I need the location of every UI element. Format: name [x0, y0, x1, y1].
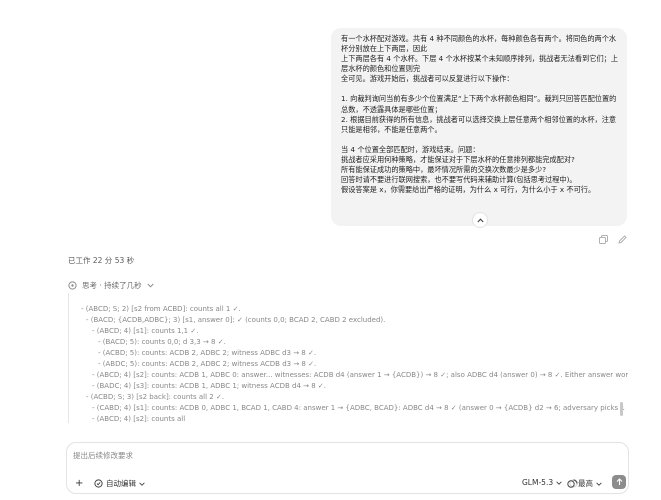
message-line: 总数，不透露具体是哪些位置；: [341, 104, 442, 114]
thinking-line: - (ABCD; 4) [s1]: counts 1,1 ✓.: [92, 327, 199, 335]
chevron-up-icon: [476, 217, 484, 222]
thinking-scrollbar[interactable]: [620, 402, 623, 416]
auto-edit-selector[interactable]: 自动编辑: [94, 478, 145, 489]
thinking-toggle[interactable]: 思考 · 持续了几秒: [68, 280, 154, 291]
arrow-up-icon: [616, 478, 622, 485]
message-line: 杯分别放在上下两层，因此: [341, 44, 428, 54]
message-line: 1. 向裁判询问当前有多少个位置满足“上下两个水杯颜色相同”。裁判只回答匹配位置…: [341, 94, 617, 104]
message-actions: [598, 234, 628, 245]
message-line: 有一个水杯配对游戏。共有 4 种不同颜色的水杯，每种颜色各有两个。将同色的两个水: [341, 34, 617, 43]
message-line: 当 4 个位置全部匹配时，游戏结束。问题：: [341, 144, 480, 154]
chevron-down-icon: [556, 480, 562, 485]
thinking-content: - (ABCD; S; 2) [s2 from ACBD]: counts al…: [68, 293, 628, 423]
add-attachment-button[interactable]: +: [75, 479, 83, 489]
message-line: 上下两层各有 4 个水杯。下层 4 个水杯按某个未知顺序排列，挑战者无法看到它们…: [341, 54, 619, 64]
message-line: 所有能保证成功的策略中，最坏情况所需的交换次数最少是多少?: [341, 165, 547, 175]
model-label: GLM-5.3: [522, 478, 554, 487]
edit-icon: [618, 235, 627, 244]
user-message-bubble: 有一个水杯配对游戏。共有 4 种不同颜色的水杯，每种颜色各有两个。将同色的两个水…: [331, 28, 627, 226]
worked-duration: 已工作 22 分 53 秒: [68, 256, 135, 265]
reasoning-level-selector[interactable]: 最高: [567, 478, 602, 489]
message-line: 全可见。游戏开始后，挑战者可以反复进行以下操作：: [341, 74, 514, 84]
reasoning-level-label: 最高: [578, 479, 593, 488]
message-line: [341, 135, 617, 145]
thinking-icon: [68, 281, 77, 290]
model-selector[interactable]: GLM-5.3: [522, 478, 562, 487]
edit-button[interactable]: [617, 234, 628, 245]
thinking-line: - (ACBD; S; 3) [s2 back]: counts all 2 ✓…: [86, 393, 225, 401]
message-line: 假设答案是 x，你需要给出严格的证明，为什么 x 可行，为什么小于 x 不可行。: [341, 185, 596, 195]
thinking-line: - (BACD; 5): counts 0,0; d 3,3 → 8 ✓.: [98, 338, 226, 346]
thinking-label: 思考 · 持续了几秒: [82, 281, 142, 290]
message-line: 2. 根据目前获得的所有信息，挑战者可以选择交换上层任意两个相邻位置的水杯，注意: [341, 114, 617, 124]
chevron-down-icon: [147, 283, 154, 288]
thinking-line: - (ABCD; 4) [s2]: counts all: [92, 415, 186, 423]
send-button[interactable]: [612, 475, 626, 489]
copy-icon: [599, 235, 608, 244]
message-line: 只能是相邻，不能是任意两个。: [341, 124, 442, 134]
composer-input[interactable]: 提出后续修改要求: [73, 450, 133, 461]
message-line: 挑战者应采用何种策略，才能保证对于下层水杯的任意排列都能完成配对?: [341, 154, 575, 164]
thinking-line: - (ABDC; 5): counts: ACDB 2, ADBC 2; wit…: [98, 360, 317, 368]
collapse-message-button[interactable]: [472, 212, 488, 228]
message-line: 回答时请不要进行联网搜索，也不要写代码来辅助计算(包括思考过程中)。: [341, 175, 577, 185]
composer: 提出后续修改要求 + 自动编辑 GLM-5.3 最高: [66, 442, 629, 494]
auto-edit-label: 自动编辑: [106, 479, 136, 488]
thinking-line: - (ACBD; 5): counts: ACDB 2, ADBC 2; wit…: [98, 349, 317, 357]
reasoning-level-icon: [567, 479, 575, 488]
message-line: [341, 84, 617, 94]
copy-button[interactable]: [598, 234, 609, 245]
thinking-line: - (CABD; 4) [s1]: counts: ACDB 0, ADBC 1…: [92, 404, 628, 412]
chevron-down-icon: [139, 481, 145, 486]
auto-edit-icon: [94, 479, 103, 488]
message-line: 层水杯的颜色和位置则完: [341, 64, 421, 74]
thinking-line: - (ABCD; 4) [s2]: counts: ACDB 1, ADBC 0…: [92, 371, 628, 379]
thinking-line: - (BADC; 4) [s3]: counts: ACDB 1, ADBC 1…: [92, 382, 326, 390]
thinking-line: - (ABCD; S; 2) [s2 from ACBD]: counts al…: [81, 305, 241, 313]
chevron-down-icon: [596, 481, 602, 486]
thinking-line: - (BACD; {ACDB,ADBC}; 3) [s1, answer 0]:…: [86, 316, 386, 324]
